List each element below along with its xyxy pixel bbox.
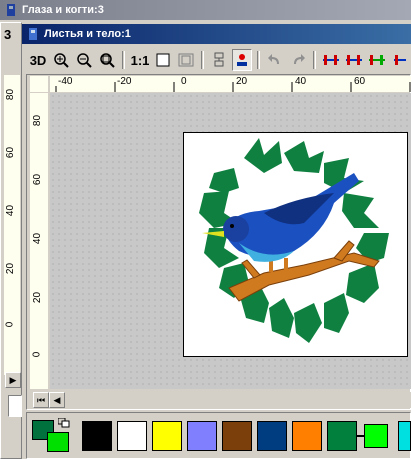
- view-toolbar: 3D 1:1: [22, 46, 411, 74]
- outer-input-box[interactable]: [8, 395, 22, 417]
- color-swatch[interactable]: [257, 421, 287, 451]
- redo-icon[interactable]: [288, 49, 308, 71]
- current-color-secondary[interactable]: [47, 432, 69, 452]
- toolbar-separator: [122, 51, 125, 69]
- embroidery-design-image: [199, 138, 389, 343]
- bird-head: [223, 216, 249, 242]
- color-swatch[interactable]: [327, 421, 357, 451]
- ruler-label: 60: [354, 76, 366, 87]
- ruler-label: 40: [295, 76, 307, 87]
- horizontal-ruler: -40 -20 0 20 40 60: [50, 76, 411, 92]
- outer-ruler-label: 80: [5, 88, 17, 101]
- ruler-label: 60: [32, 173, 44, 186]
- outer-scroll-right-button[interactable]: ▶: [5, 372, 21, 388]
- outer-vertical-ruler: 80 60 40 20 0: [4, 75, 20, 375]
- outer-ruler-label: 0: [4, 321, 16, 328]
- outer-ruler-label: 20: [5, 262, 17, 275]
- zoom-fit-icon[interactable]: [97, 49, 117, 71]
- swatch-connector: [357, 435, 365, 437]
- ruler-label: 40: [32, 232, 44, 245]
- color-swatch[interactable]: [82, 421, 112, 451]
- ruler-label: 20: [32, 291, 44, 304]
- color-swatch[interactable]: [187, 421, 217, 451]
- outer-ruler-label: 40: [5, 204, 17, 217]
- page-icon[interactable]: [153, 49, 173, 71]
- outer-window-titlebar[interactable]: Глаза и когти:3: [0, 0, 411, 20]
- stitch-icon[interactable]: [232, 49, 252, 71]
- color-sequence-icon[interactable]: [367, 49, 387, 71]
- scroll-left-button[interactable]: ◀: [49, 392, 65, 408]
- actual-size-button[interactable]: 1:1: [130, 49, 150, 71]
- bird-eye: [230, 224, 234, 228]
- color-swatch[interactable]: [292, 421, 322, 451]
- ruler-label: 20: [236, 76, 248, 87]
- ruler-label: 80: [32, 114, 44, 127]
- toolbar-separator: [313, 51, 316, 69]
- swap-colors-icon[interactable]: [57, 417, 70, 428]
- color-swatch[interactable]: [398, 421, 411, 451]
- ruler-label: 0: [181, 76, 187, 87]
- app-icon: [4, 3, 18, 17]
- toolbar-separator: [257, 51, 260, 69]
- outer-ruler-label: 60: [5, 146, 17, 159]
- color-sequence-icon[interactable]: [321, 49, 341, 71]
- vertical-ruler: 80 60 40 20 0: [30, 93, 48, 389]
- ruler-label: -40: [58, 76, 73, 87]
- 3d-view-button[interactable]: 3D: [28, 49, 48, 71]
- inner-window-titlebar[interactable]: Листья и тело:1: [22, 24, 411, 44]
- ruler-corner: [30, 76, 48, 92]
- outer-window-title: Глаза и когти:3: [22, 4, 104, 16]
- inner-window-title: Листья и тело:1: [44, 28, 131, 40]
- zoom-in-icon[interactable]: [51, 49, 71, 71]
- color-swatch[interactable]: [364, 424, 388, 448]
- sequence-icon[interactable]: [209, 49, 229, 71]
- color-sequence-icon[interactable]: [390, 49, 410, 71]
- ruler-label: 0: [31, 351, 43, 358]
- ruler-label: -20: [117, 76, 132, 87]
- horizontal-scrollbar[interactable]: [30, 392, 411, 408]
- color-swatch[interactable]: [222, 421, 252, 451]
- design-page[interactable]: [183, 132, 408, 357]
- scroll-first-button[interactable]: ⏮: [33, 392, 49, 408]
- zoom-out-icon[interactable]: [74, 49, 94, 71]
- undo-icon[interactable]: [265, 49, 285, 71]
- color-swatch[interactable]: [117, 421, 147, 451]
- document-icon: [26, 27, 40, 41]
- color-sequence-icon[interactable]: [344, 49, 364, 71]
- grid-icon[interactable]: [176, 49, 196, 71]
- outer-side-tab[interactable]: 3: [4, 27, 11, 42]
- color-swatch[interactable]: [152, 421, 182, 451]
- toolbar-separator: [201, 51, 204, 69]
